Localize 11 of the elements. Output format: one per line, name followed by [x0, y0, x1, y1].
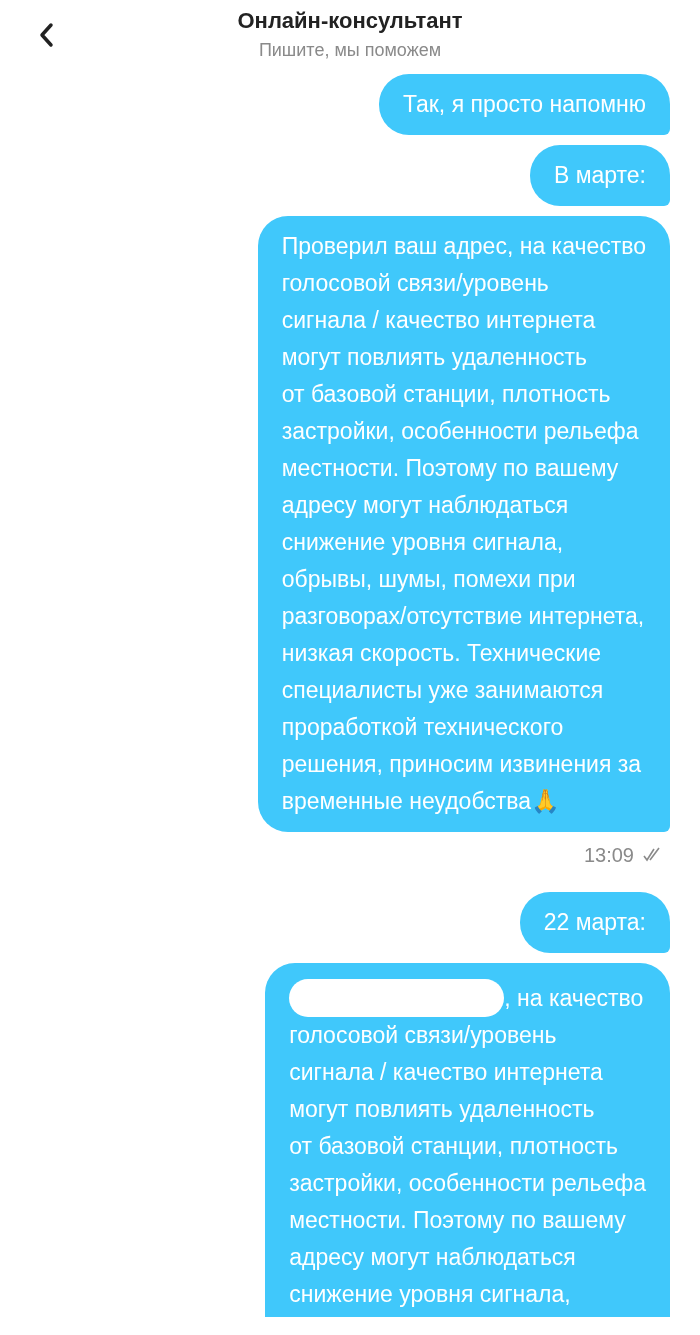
- message-time: 13:09: [583, 843, 634, 868]
- message-text: Проверил ваш адрес, на качество голосовой связи/уровень сигнала / качество интернета могут повлиять удаленность от базовой станции, плотность застройки, особенности рельефа местности. Поэтому по вашему адресу могут наблюдаться снижение уровня сигнала, обрывы, шумы, помехи при разговорах/отсутствие интернета, низкая скорость. Технические специалисты уже занимаются проработкой технического решения, приносим извинения за временные неудобства🙏: [281, 232, 646, 816]
- chat-title: Онлайн-консультант: [237, 7, 463, 35]
- back-icon: [38, 22, 56, 48]
- chat-subtitle: Пишите, мы поможем: [258, 39, 442, 62]
- message-text: голосовой связи/уровень сигнала / качество интернета могут повлиять удаленность от базовой станции, плотность застройки, особенности рельефа местности. Поэтому по вашему адресу могут наблюдаться снижение уровня сигнала,: [289, 1021, 646, 1309]
- back-button[interactable]: [38, 22, 56, 48]
- message-text: В марте:: [553, 161, 646, 190]
- message-text: , на качество: [504, 983, 644, 1013]
- message-text: 22 марта:: [543, 908, 646, 937]
- message-text: Так, я просто напомню: [403, 90, 646, 119]
